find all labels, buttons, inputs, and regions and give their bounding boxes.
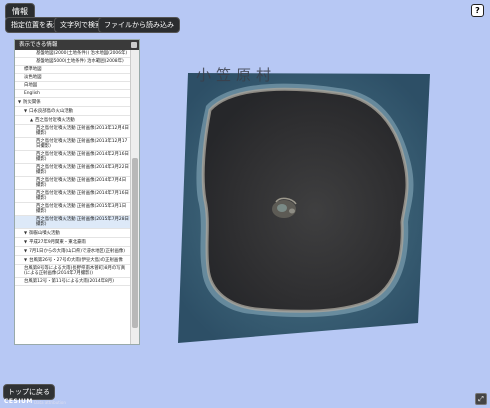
layer-label: 台風第8号等による大雨(長野県南木曽町)8月の写真(による正射画像(2014年7…: [24, 266, 126, 276]
layer-list-item[interactable]: ▼ 防災関係: [15, 98, 132, 107]
layer-list-item[interactable]: 西之島付近噴火活動 正射画像(2013年12月17日撮影): [15, 138, 132, 151]
layer-list-item[interactable]: English: [15, 90, 132, 98]
layer-panel: 表示できる情報 基盤地図(2000(土地条件)) 治水地図(2006年) 基盤地図…: [14, 39, 140, 345]
layer-label: 台風第12号・第11号による大雨(2014年8月): [24, 279, 114, 284]
expand-arrow-icon[interactable]: ▼: [24, 239, 27, 244]
expand-arrow-icon[interactable]: ▼: [18, 99, 21, 104]
layer-label: 口永良部島の火山活動: [29, 109, 73, 114]
panel-close-icon[interactable]: [131, 42, 137, 48]
collapse-arrow-icon[interactable]: ▲: [30, 117, 33, 122]
layer-list-item[interactable]: 西之島付近噴火活動 正射画像(2014年2月16日撮影): [15, 151, 132, 164]
layer-list-item[interactable]: 標準地図: [15, 66, 132, 74]
layer-list-item[interactable]: 基盤地図(2000(土地条件)) 治水地図(2006年): [15, 50, 132, 58]
layer-list-item[interactable]: 西之島付近噴火活動 正射画像(2014年7月4日撮影): [15, 177, 132, 190]
expand-arrow-icon[interactable]: ▼: [24, 108, 27, 113]
expand-arrow-icon[interactable]: ▼: [24, 257, 27, 262]
load-file-button[interactable]: ファイルから読み込み: [98, 17, 180, 33]
layer-label: 防災関係: [23, 100, 41, 105]
layer-list-item[interactable]: 淡色地図: [15, 74, 132, 82]
layer-list-item[interactable]: ▼ 台風第26号・27号の大雨(伊豆大島)の正射画像: [15, 256, 132, 265]
layer-label: 西之島付近噴火活動 正射画像(2014年2月16日撮影): [36, 152, 129, 162]
island: [203, 89, 408, 312]
help-button[interactable]: ?: [471, 4, 484, 17]
layer-label: 7月1日からの大雨(山口県)で浸水地区(正射画像): [29, 249, 125, 254]
layer-label: 標準地図: [24, 67, 42, 72]
layer-list-item[interactable]: ▼ 平成27年9月関東・東北豪雨: [15, 238, 132, 247]
layer-label: 御嶽山噴火活動: [29, 231, 60, 236]
layer-list-item[interactable]: 台風第12号・第11号による大雨(2014年8月): [15, 278, 132, 286]
fullscreen-icon[interactable]: ⤢: [475, 393, 487, 405]
layer-list-item[interactable]: ▼ 御嶽山噴火活動: [15, 229, 132, 238]
layer-list-item[interactable]: 白地図: [15, 82, 132, 90]
layer-label: 西之島付近噴火活動: [35, 118, 75, 123]
layer-list-item[interactable]: 西之島付近噴火活動 正射画像(2013年12月4日撮影): [15, 125, 132, 138]
layer-label: 平成27年9月関東・東北豪雨: [29, 240, 86, 245]
cesium-logo[interactable]: CESIUM: [4, 398, 33, 405]
layer-label: 淡色地図: [24, 75, 42, 80]
layer-list-item[interactable]: 西之島付近噴火活動 正射画像(2015年7月28日撮影): [15, 216, 132, 229]
layer-label: 基盤地図5000(土地条件) 治水範囲(2008年): [36, 59, 124, 64]
layer-label: 西之島付近噴火活動 正射画像(2014年3月22日撮影): [36, 165, 129, 175]
panel-title: 表示できる情報: [19, 42, 58, 48]
layer-label: English: [24, 91, 40, 96]
layer-label: 西之島付近噴火活動 正射画像(2014年7月4日撮影): [36, 178, 127, 188]
layer-list-item[interactable]: 基盤地図5000(土地条件) 治水範囲(2008年): [15, 58, 132, 66]
layer-list-item[interactable]: 西之島付近噴火活動 正射画像(2014年7月16日撮影): [15, 190, 132, 203]
layer-list-item[interactable]: ▼ 7月1日からの大雨(山口県)で浸水地区(正射画像): [15, 247, 132, 256]
layer-label: 西之島付近噴火活動 正射画像(2015年3月1日撮影): [36, 204, 127, 214]
layer-list-item[interactable]: ▼ 口永良部島の火山活動: [15, 107, 132, 116]
layer-label: 西之島付近噴火活動 正射画像(2013年12月4日撮影): [36, 126, 129, 136]
expand-arrow-icon[interactable]: ▼: [24, 230, 27, 235]
layer-list: 基盤地図(2000(土地条件)) 治水地図(2006年) 基盤地図5000(土地条…: [15, 50, 132, 344]
attribution-link[interactable]: Data attribution: [34, 400, 66, 405]
scrollbar-thumb[interactable]: [132, 158, 138, 328]
panel-header: 表示できる情報: [15, 40, 139, 50]
layer-label: 西之島付近噴火活動 正射画像(2015年7月28日撮影): [36, 217, 129, 227]
layer-label: 西之島付近噴火活動 正射画像(2014年7月16日撮影): [36, 191, 129, 201]
layer-label: 白地図: [24, 83, 38, 88]
expand-arrow-icon[interactable]: ▼: [24, 248, 27, 253]
map-overlay-title: 小笠原村: [196, 66, 277, 84]
layer-label: 西之島付近噴火活動 正射画像(2013年12月17日撮影): [36, 139, 128, 149]
panel-scrollbar[interactable]: [130, 50, 139, 344]
layer-label: 基盤地図(2000(土地条件)) 治水地図(2006年): [36, 51, 128, 56]
layer-list-item[interactable]: 西之島付近噴火活動 正射画像(2015年3月1日撮影): [15, 203, 132, 216]
layer-label: 台風第26号・27号の大雨(伊豆大島)の正射画像: [29, 258, 123, 263]
layer-list-item[interactable]: 台風第8号等による大雨(長野県南木曽町)8月の写真(による正射画像(2014年7…: [15, 265, 132, 278]
layer-list-item[interactable]: 西之島付近噴火活動 正射画像(2014年3月22日撮影): [15, 164, 132, 177]
layer-list-item[interactable]: ▲ 西之島付近噴火活動: [15, 116, 132, 125]
